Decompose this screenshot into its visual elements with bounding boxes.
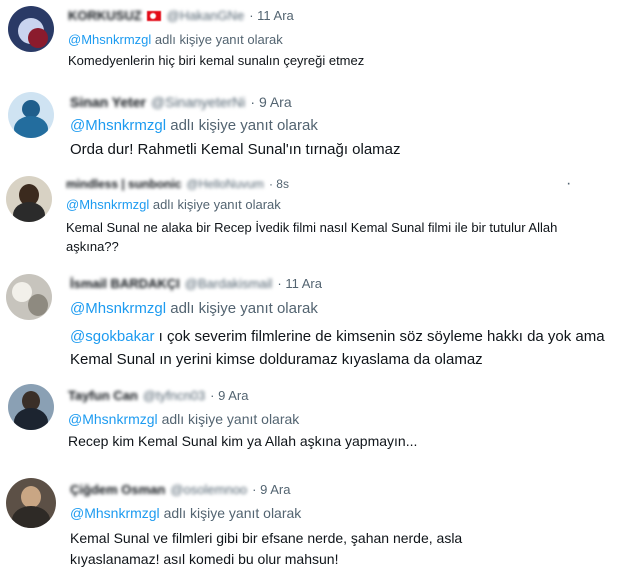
author-handle[interactable]: @SinanyeterNi (151, 94, 245, 110)
author-handle[interactable]: @tyfncn03 (143, 388, 205, 403)
more-options-icon[interactable]: · (566, 175, 571, 193)
tweet-text: Komedyenlerin hiç biri kemal sunalın çey… (68, 53, 365, 68)
author-name[interactable]: Tayfun Can (68, 388, 138, 403)
reply-mention-link[interactable]: @Mhsnkrmzgl (68, 411, 158, 427)
avatar[interactable] (6, 274, 52, 320)
author-handle[interactable]: @osolemnoo (170, 482, 247, 497)
reply-context: @Mhsnkrmzgl adlı kişiye yanıt olarak (68, 411, 299, 427)
reply-label: adlı kişiye yanıt olarak (170, 300, 318, 317)
reply-context: @Mhsnkrmzgl adlı kişiye yanıt olarak (70, 117, 318, 134)
avatar[interactable] (8, 6, 54, 52)
author-handle[interactable]: @Bardakismail (185, 276, 273, 291)
author-name[interactable]: Sinan Yeter (70, 94, 146, 110)
reply-context: @Mhsnkrmzgl adlı kişiye yanıt olarak (70, 300, 318, 317)
avatar[interactable] (6, 478, 56, 528)
turkey-flag-icon (146, 10, 161, 21)
tweet-text: Kemal Sunal ve filmleri gibi bir efsane … (70, 530, 463, 567)
author-name[interactable]: İsmail BARDAKÇI (70, 276, 180, 291)
timestamp[interactable]: · 8s (269, 177, 289, 191)
reply-mention-link[interactable]: @Mhsnkrmzgl (70, 117, 166, 134)
tweet-text: Kemal Sunal ne alaka bir Recep İvedik fi… (66, 220, 558, 254)
reply-context: @Mhsnkrmzgl adlı kişiye yanıt olarak (70, 505, 301, 521)
reply-label: adlı kişiye yanıt olarak (170, 117, 318, 134)
reply-label: adlı kişiye yanıt olarak (154, 32, 283, 47)
avatar[interactable] (8, 384, 54, 430)
reply-label: adlı kişiye yanıt olarak (163, 505, 302, 521)
reply-mention-link[interactable]: @Mhsnkrmzgl (70, 300, 166, 317)
avatar[interactable] (6, 176, 52, 222)
author-handle[interactable]: @HelloNuvum (186, 177, 264, 191)
author-name[interactable]: Çiğdem Osman (70, 482, 165, 497)
reply-label: adlı kişiye yanıt olarak (161, 411, 300, 427)
mention-link[interactable]: @sgokbakar (70, 328, 154, 345)
reply-mention-link[interactable]: @Mhsnkrmzgl (70, 505, 160, 521)
avatar[interactable] (8, 92, 54, 138)
timestamp[interactable]: · 11 Ara (277, 276, 322, 291)
reply-mention-link[interactable]: @Mhsnkrmzgl (66, 197, 149, 212)
tweet-text: Recep kim Kemal Sunal kim ya Allah aşkın… (68, 433, 418, 449)
timestamp[interactable]: · 9 Ara (252, 482, 290, 497)
timestamp[interactable]: · 9 Ara (210, 388, 248, 403)
tweet-text: Orda dur! Rahmetli Kemal Sunal'ın tırnağ… (70, 141, 401, 158)
timestamp[interactable]: · 11 Ara (249, 8, 294, 23)
author-handle[interactable]: @HakanGNe (167, 8, 245, 23)
reply-label: adlı kişiye yanıt olarak (152, 197, 281, 212)
author-name[interactable]: KORKUSUZ (68, 8, 142, 23)
tweet-text: @sgokbakar ı çok severim filmlerine de k… (70, 325, 638, 371)
reply-context: @Mhsnkrmzgl adlı kişiye yanıt olarak (68, 32, 283, 47)
timestamp[interactable]: · 9 Ara (250, 94, 291, 110)
author-name[interactable]: mindless | sunbonic (66, 177, 181, 191)
reply-mention-link[interactable]: @Mhsnkrmzgl (68, 32, 151, 47)
reply-context: @Mhsnkrmzgl adlı kişiye yanıt olarak (66, 197, 281, 212)
